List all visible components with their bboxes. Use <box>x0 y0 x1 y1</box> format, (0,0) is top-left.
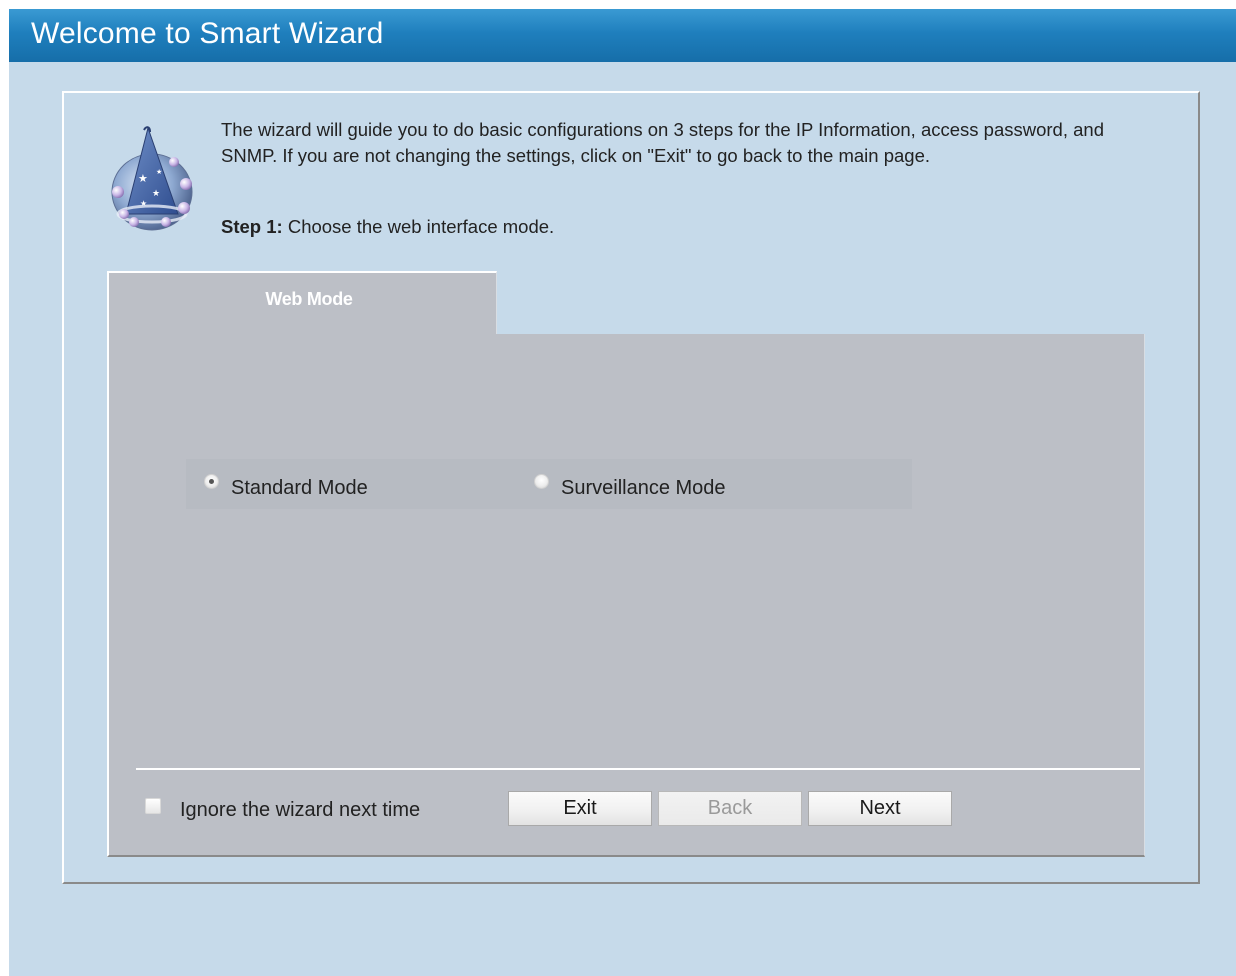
page-title: Welcome to Smart Wizard <box>31 17 384 50</box>
standard-mode-radio[interactable] <box>204 474 219 489</box>
intro-text: The wizard will guide you to do basic co… <box>221 119 1104 166</box>
back-button[interactable]: Back <box>658 791 802 826</box>
step-instruction: Step 1: Choose the web interface mode. <box>221 216 554 238</box>
step-label: Step 1: <box>221 216 283 237</box>
exit-button[interactable]: Exit <box>508 791 652 826</box>
tab-content-panel <box>107 334 1145 857</box>
title-bar: Welcome to Smart Wizard <box>9 9 1236 63</box>
surveillance-mode-radio[interactable] <box>534 474 549 489</box>
step-text: Choose the web interface mode. <box>282 216 555 237</box>
tab-web-mode-label: Web Mode <box>265 289 353 309</box>
ignore-wizard-checkbox[interactable] <box>145 798 161 814</box>
svg-text:★: ★ <box>152 189 160 199</box>
footer-divider <box>136 768 1140 770</box>
tab-web-mode[interactable]: Web Mode <box>107 271 497 335</box>
standard-mode-label[interactable]: Standard Mode <box>231 477 368 500</box>
svg-text:★: ★ <box>156 168 162 176</box>
ignore-wizard-label[interactable]: Ignore the wizard next time <box>180 799 420 822</box>
surveillance-mode-label[interactable]: Surveillance Mode <box>561 477 726 500</box>
svg-text:★: ★ <box>138 172 148 185</box>
next-button[interactable]: Next <box>808 791 952 826</box>
wizard-hat-icon: ★ ★ ★ ★ <box>104 122 200 232</box>
